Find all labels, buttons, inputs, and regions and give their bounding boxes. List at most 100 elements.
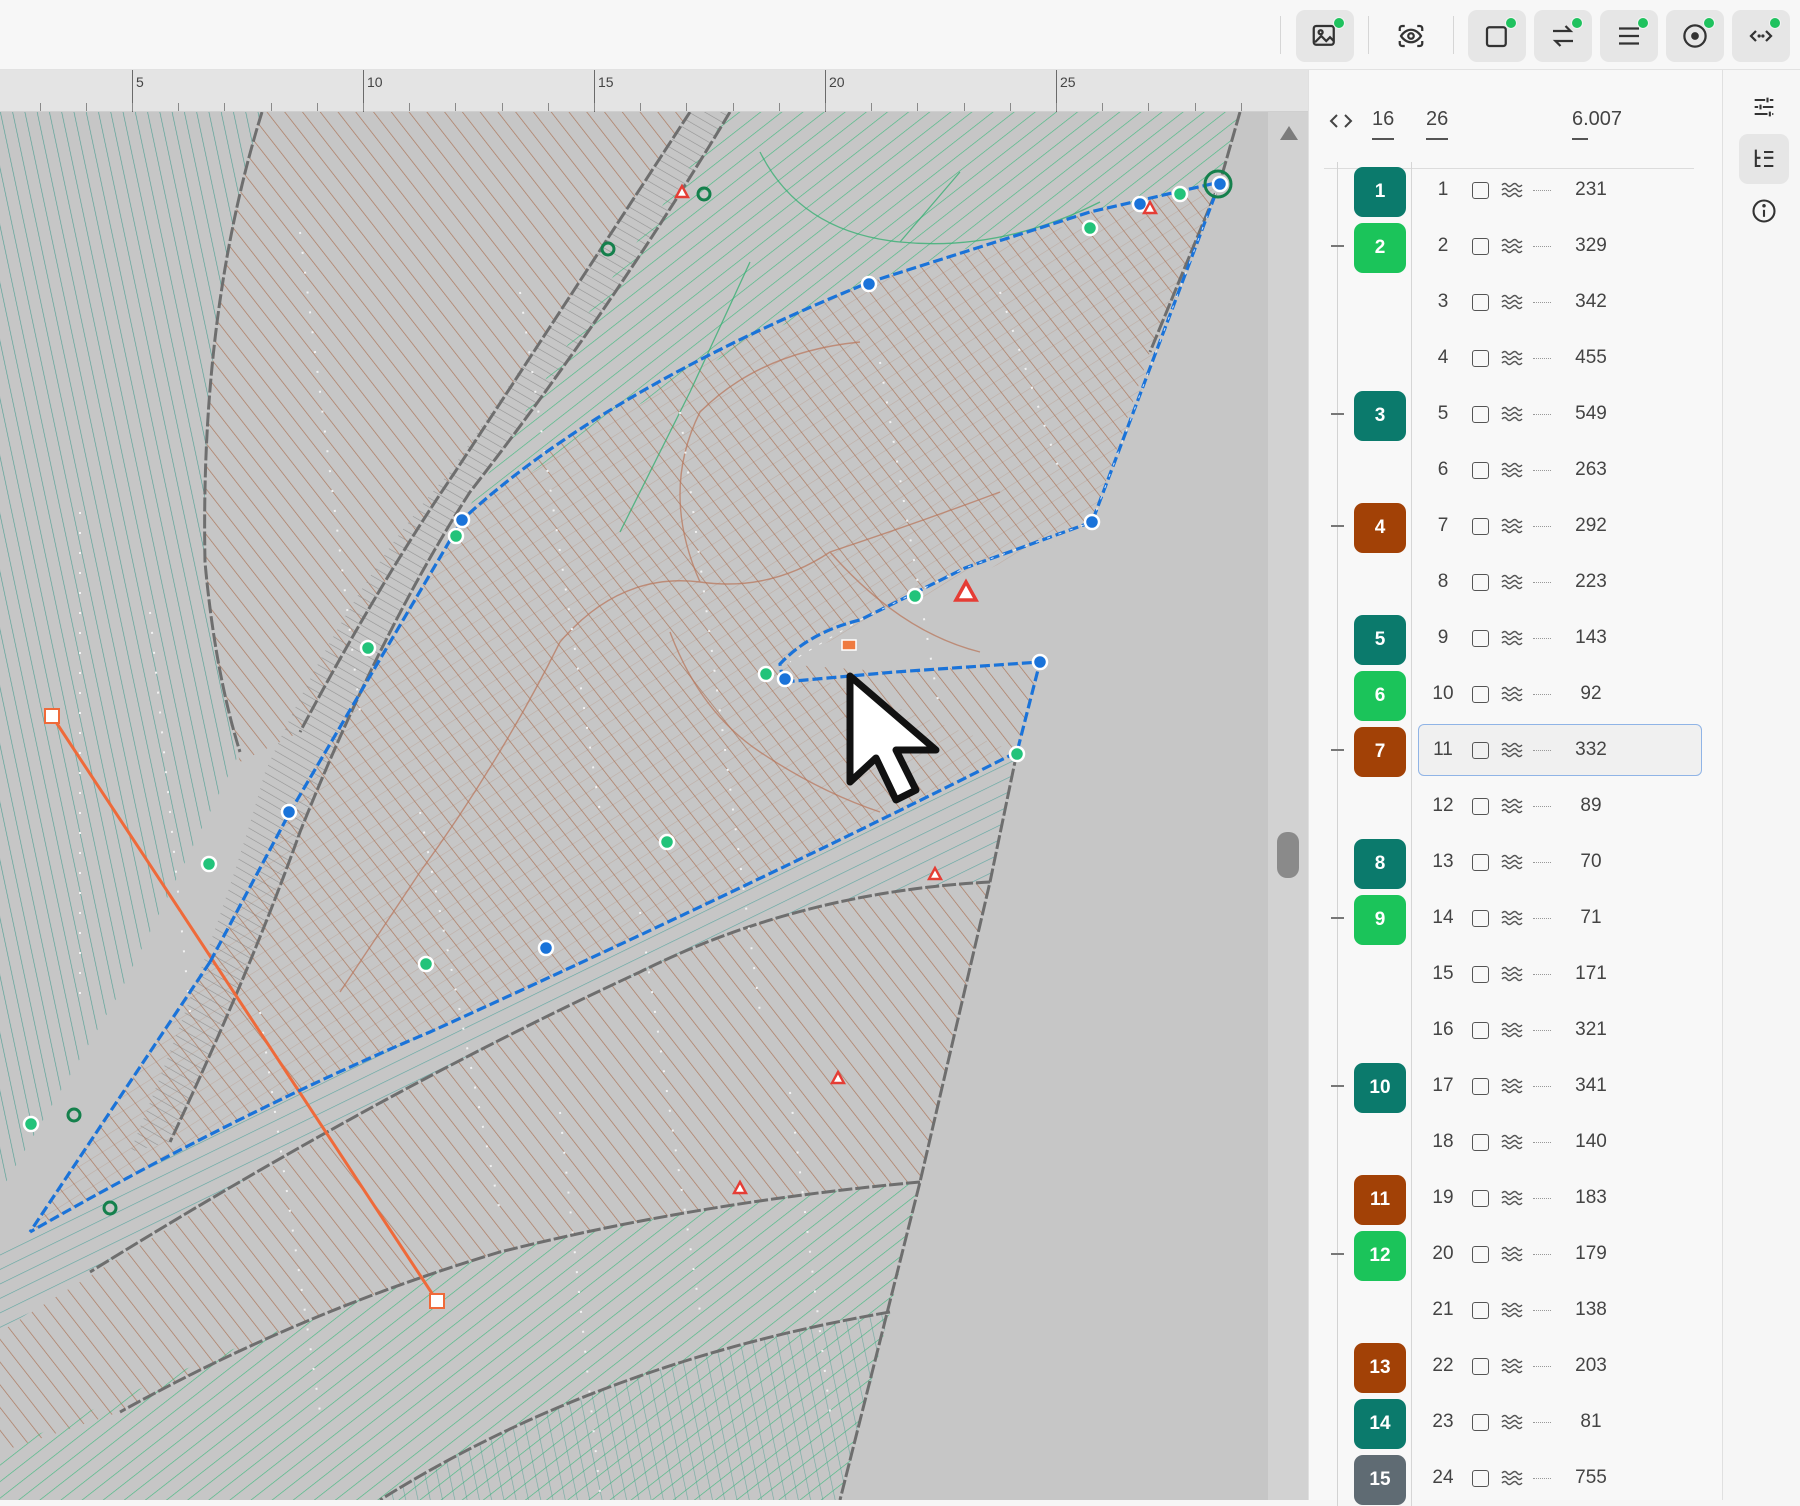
swap-tool-button[interactable] bbox=[1534, 10, 1592, 62]
tree-list-button[interactable] bbox=[1739, 134, 1789, 184]
color-group-badge[interactable]: 4 bbox=[1354, 503, 1406, 553]
header-col-b[interactable]: 26 bbox=[1426, 108, 1448, 131]
collapse-toggle-icon[interactable] bbox=[1331, 1085, 1344, 1087]
embroidery-pattern[interactable] bbox=[0, 112, 1268, 1500]
preview-button[interactable] bbox=[1382, 10, 1440, 62]
node-handle[interactable] bbox=[1083, 513, 1101, 531]
color-group-badge[interactable]: 2 bbox=[1354, 223, 1406, 273]
code-tool-button[interactable] bbox=[1732, 10, 1790, 62]
settings-sliders-button[interactable] bbox=[1739, 82, 1789, 132]
color-group-badge[interactable]: 7 bbox=[1354, 727, 1406, 777]
frame-tool-button[interactable] bbox=[1468, 10, 1526, 62]
stitch-row[interactable]: 8 13 70 bbox=[1309, 834, 1723, 890]
row-checkbox[interactable] bbox=[1472, 910, 1489, 927]
row-checkbox[interactable] bbox=[1472, 686, 1489, 703]
row-checkbox[interactable] bbox=[1472, 966, 1489, 983]
stitch-row[interactable]: 9 14 71 bbox=[1309, 890, 1723, 946]
node-handle[interactable] bbox=[447, 527, 465, 545]
row-checkbox[interactable] bbox=[1472, 1078, 1489, 1095]
warning-triangle-icon[interactable] bbox=[953, 578, 979, 602]
row-checkbox[interactable] bbox=[1472, 182, 1489, 199]
code-brackets-icon[interactable] bbox=[1329, 110, 1353, 132]
stitch-row[interactable]: 12 20 179 bbox=[1309, 1226, 1723, 1282]
stitch-row[interactable]: 4 455 bbox=[1309, 330, 1723, 386]
color-group-badge[interactable]: 15 bbox=[1354, 1455, 1406, 1505]
scroll-up-arrow-icon[interactable] bbox=[1280, 126, 1298, 140]
info-button[interactable] bbox=[1739, 186, 1789, 236]
stitch-row[interactable]: 1 1 231 bbox=[1309, 162, 1723, 218]
row-checkbox[interactable] bbox=[1472, 238, 1489, 255]
row-checkbox[interactable] bbox=[1472, 406, 1489, 423]
node-handle[interactable] bbox=[453, 511, 471, 529]
node-handle[interactable] bbox=[1171, 185, 1189, 203]
row-checkbox[interactable] bbox=[1472, 1358, 1489, 1375]
node-handle[interactable] bbox=[200, 855, 218, 873]
stitch-row[interactable]: 11 19 183 bbox=[1309, 1170, 1723, 1226]
row-checkbox[interactable] bbox=[1472, 1190, 1489, 1207]
row-checkbox[interactable] bbox=[1472, 1470, 1489, 1487]
stitch-row[interactable]: 6 10 92 bbox=[1309, 666, 1723, 722]
stitch-row[interactable]: 4 7 292 bbox=[1309, 498, 1723, 554]
node-handle[interactable] bbox=[1008, 745, 1026, 763]
list-tool-button[interactable] bbox=[1600, 10, 1658, 62]
stitch-row[interactable]: 7 11 332 bbox=[1309, 722, 1723, 778]
row-checkbox[interactable] bbox=[1472, 630, 1489, 647]
row-checkbox[interactable] bbox=[1472, 1246, 1489, 1263]
color-group-badge[interactable]: 5 bbox=[1354, 615, 1406, 665]
row-checkbox[interactable] bbox=[1472, 742, 1489, 759]
header-col-a[interactable]: 16 bbox=[1372, 108, 1394, 131]
stitch-row[interactable]: 15 171 bbox=[1309, 946, 1723, 1002]
collapse-toggle-icon[interactable] bbox=[1331, 413, 1344, 415]
stitch-row[interactable]: 16 321 bbox=[1309, 1002, 1723, 1058]
stitch-row[interactable]: 8 223 bbox=[1309, 554, 1723, 610]
collapse-toggle-icon[interactable] bbox=[1331, 917, 1344, 919]
node-handle[interactable] bbox=[417, 955, 435, 973]
stitch-row[interactable]: 21 138 bbox=[1309, 1282, 1723, 1338]
stitch-row[interactable]: 5 9 143 bbox=[1309, 610, 1723, 666]
stitch-row[interactable]: 3 342 bbox=[1309, 274, 1723, 330]
collapse-toggle-icon[interactable] bbox=[1331, 525, 1344, 527]
row-checkbox[interactable] bbox=[1472, 1022, 1489, 1039]
stitch-row[interactable]: 12 89 bbox=[1309, 778, 1723, 834]
node-handle[interactable] bbox=[1081, 219, 1099, 237]
pattern-canvas[interactable]: 5 10 15 20 25 bbox=[0, 70, 1308, 1500]
measure-end-handle[interactable] bbox=[429, 1293, 445, 1309]
row-checkbox[interactable] bbox=[1472, 294, 1489, 311]
row-checkbox[interactable] bbox=[1472, 462, 1489, 479]
color-group-badge[interactable]: 6 bbox=[1354, 671, 1406, 721]
node-handle[interactable] bbox=[359, 639, 377, 657]
color-group-badge[interactable]: 12 bbox=[1354, 1231, 1406, 1281]
collapse-toggle-icon[interactable] bbox=[1331, 749, 1344, 751]
row-checkbox[interactable] bbox=[1472, 1302, 1489, 1319]
node-handle[interactable] bbox=[1211, 175, 1229, 193]
measure-start-handle[interactable] bbox=[44, 708, 60, 724]
node-handle[interactable] bbox=[906, 587, 924, 605]
row-checkbox[interactable] bbox=[1472, 798, 1489, 815]
target-tool-button[interactable] bbox=[1666, 10, 1724, 62]
color-group-badge[interactable]: 11 bbox=[1354, 1175, 1406, 1225]
collapse-toggle-icon[interactable] bbox=[1331, 245, 1344, 247]
stitch-row[interactable]: 2 2 329 bbox=[1309, 218, 1723, 274]
node-handle[interactable] bbox=[537, 939, 555, 957]
orange-node-handle[interactable] bbox=[841, 639, 857, 651]
stitch-row[interactable]: 3 5 549 bbox=[1309, 386, 1723, 442]
collapse-toggle-icon[interactable] bbox=[1331, 1253, 1344, 1255]
node-handle[interactable] bbox=[658, 833, 676, 851]
row-checkbox[interactable] bbox=[1472, 1134, 1489, 1151]
row-checkbox[interactable] bbox=[1472, 574, 1489, 591]
color-group-badge[interactable]: 3 bbox=[1354, 391, 1406, 441]
image-tool-button[interactable] bbox=[1296, 10, 1354, 62]
stitch-row[interactable]: 10 17 341 bbox=[1309, 1058, 1723, 1114]
color-group-badge[interactable]: 14 bbox=[1354, 1399, 1406, 1449]
node-handle[interactable] bbox=[22, 1115, 40, 1133]
node-handle[interactable] bbox=[280, 803, 298, 821]
node-handle[interactable] bbox=[1031, 653, 1049, 671]
stitch-row[interactable]: 14 23 81 bbox=[1309, 1394, 1723, 1450]
color-group-badge[interactable]: 10 bbox=[1354, 1063, 1406, 1113]
node-handle[interactable] bbox=[860, 275, 878, 293]
node-handle[interactable] bbox=[776, 670, 794, 688]
color-group-badge[interactable]: 8 bbox=[1354, 839, 1406, 889]
color-group-badge[interactable]: 1 bbox=[1354, 167, 1406, 217]
color-group-badge[interactable]: 13 bbox=[1354, 1343, 1406, 1393]
vertical-scrollbar[interactable] bbox=[1268, 112, 1308, 1500]
